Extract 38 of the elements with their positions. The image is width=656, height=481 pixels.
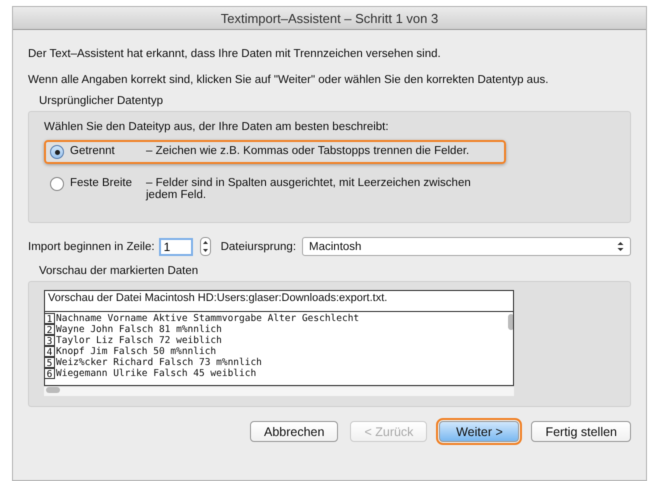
radio-button[interactable] bbox=[50, 145, 64, 159]
preview-header: Vorschau der Datei Macintosh HD:Users:glaser:Downloads:export.txt. bbox=[44, 290, 514, 312]
start-row-label: Import beginnen in Zeile: bbox=[28, 240, 155, 252]
row-text: Wayne John Falsch 81 m%nnlich bbox=[56, 324, 222, 335]
row-number: 2 bbox=[45, 324, 55, 335]
updown-icon bbox=[617, 241, 624, 252]
row-text: Taylor Liz Falsch 72 weiblich bbox=[56, 335, 222, 346]
scrollbar-thumb[interactable] bbox=[508, 314, 513, 330]
option-description: – Zeichen wie z.B. Kommas oder Tabstopps trennen die Felder. bbox=[146, 145, 470, 157]
intro-text: Der Text–Assistent hat erkannt, dass Ihre Daten mit Trennzeichen versehen sind. bbox=[28, 48, 442, 60]
radio-button[interactable] bbox=[50, 177, 64, 191]
row-number: 3 bbox=[45, 335, 55, 346]
option-label: Feste Breite bbox=[70, 177, 133, 189]
origin-label: Dateiursprung: bbox=[220, 240, 296, 252]
row-number: 1 bbox=[45, 313, 55, 324]
group-title: Ursprünglicher Datentyp bbox=[39, 95, 164, 107]
dialog-button[interactable]: Fertig stellen bbox=[531, 421, 631, 442]
row-number: 5 bbox=[45, 357, 55, 368]
row-text: Nachname Vorname Aktive Stammvorgabe Alter Geschlecht bbox=[56, 313, 360, 324]
dialog-button[interactable]: Abbrechen bbox=[250, 421, 338, 442]
option-label: Getrennt bbox=[70, 145, 116, 157]
row-text: Wiegemann Ulrike Falsch 45 weiblich bbox=[56, 368, 256, 379]
origin-dropdown[interactable]: Macintosh bbox=[302, 237, 631, 256]
prompt-text: Wählen Sie den Dateityp aus, der Ihre Daten am besten beschreibt: bbox=[44, 121, 390, 133]
radio-option-row[interactable]: Feste Breite – Felder sind in Spalten ausgerichtet, mit Leerzeichen zwischen jedem Feld. bbox=[44, 172, 506, 206]
row-text: Knopf Jim Falsch 50 m%nnlich bbox=[56, 346, 216, 357]
group-title: Vorschau der markierten Daten bbox=[39, 265, 200, 277]
row-text: Weiz%cker Richard Falsch 73 m%nnlich bbox=[56, 357, 262, 368]
scrollbar-thumb[interactable] bbox=[46, 387, 60, 393]
radio-option-row[interactable]: Getrennt – Zeichen wie z.B. Kommas oder Tabstopps trennen die Felder. bbox=[44, 140, 506, 164]
intro-text: Wenn alle Angaben korrekt sind, klicken Sie auf "Weiter" oder wählen Sie den korrekten Datentyp aus. bbox=[28, 74, 550, 86]
option-description: – Felder sind in Spalten ausgerichtet, mit Leerzeichen zwischen jedem Feld. bbox=[146, 177, 472, 201]
window-title: Textimport–Assistent – Schritt 1 von 3 bbox=[220, 10, 438, 26]
stepper-icon[interactable] bbox=[200, 237, 211, 256]
row-number: 6 bbox=[45, 368, 55, 379]
row-number: 4 bbox=[45, 346, 55, 357]
start-row-field[interactable]: 1 bbox=[158, 238, 193, 256]
dialog-button[interactable]: Weiter > bbox=[439, 421, 520, 442]
